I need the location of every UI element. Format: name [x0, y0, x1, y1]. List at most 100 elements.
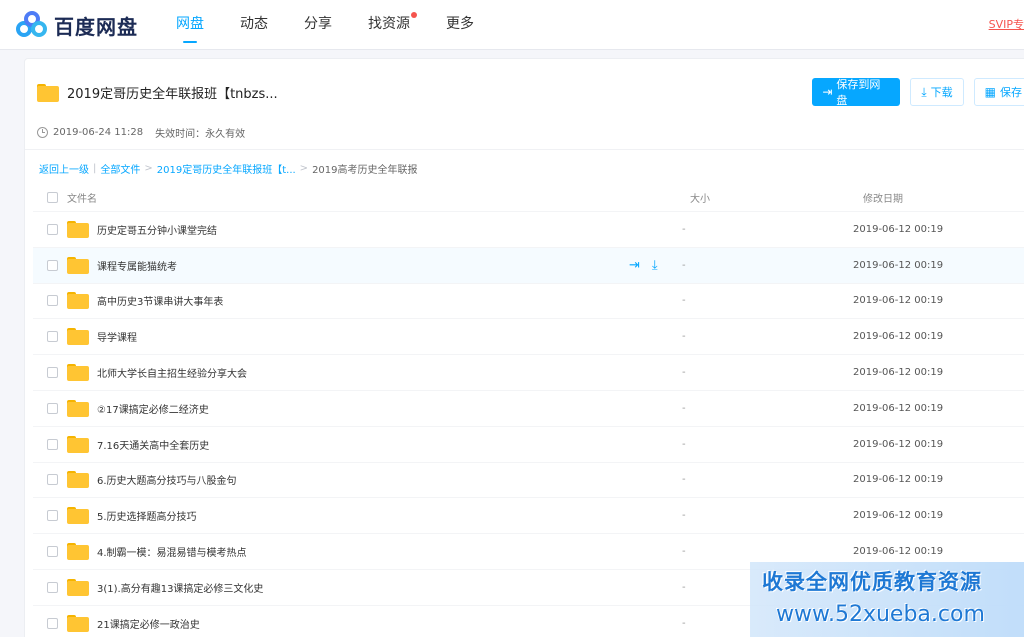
folder-icon [67, 507, 89, 525]
nav-item-netdisk[interactable]: 网盘 [176, 0, 204, 50]
file-name[interactable]: 6.历史大题高分技巧与八股金句 [97, 472, 237, 487]
select-all-checkbox[interactable] [47, 191, 58, 203]
file-size: - [682, 295, 686, 307]
file-date: 2019-06-12 00:19 [853, 438, 944, 450]
save-label: 保存 [1000, 86, 1022, 99]
file-date: 2019-06-12 00:19 [853, 367, 944, 379]
column-header-name[interactable]: 文件名 [67, 190, 97, 205]
share-header: 2019定哥历史全年联报班【tnbzs... [37, 83, 278, 102]
file-name[interactable]: 5.历史选择题高分技巧 [97, 508, 197, 523]
save-to-drive-label: 保存到网盘 [836, 78, 881, 107]
row-checkbox[interactable] [47, 438, 58, 450]
file-size: - [682, 223, 686, 235]
file-name[interactable]: 4.制霸一模：易混易错与模考热点 [97, 544, 247, 559]
svip-link[interactable]: SVIP专 [989, 16, 1024, 32]
table-row[interactable]: 课程专属能猫统考 ⇥ ⤓ - 2019-06-12 00:19 [33, 246, 1024, 283]
row-checkbox[interactable] [47, 402, 58, 414]
table-row[interactable]: 6.历史大题高分技巧与八股金句 - 2019-06-12 00:19 [33, 461, 1024, 498]
nav-item-activity[interactable]: 动态 [240, 0, 268, 50]
file-date: 2019-06-12 00:19 [853, 331, 944, 343]
divider [25, 149, 1024, 150]
file-name[interactable]: 历史定哥五分钟小课堂完结 [97, 222, 217, 237]
share-created-time: 2019-06-24 11:28 [53, 127, 144, 138]
folder-icon [67, 292, 89, 310]
baidu-netdisk-logo[interactable]: 百度网盘 [16, 10, 138, 40]
file-name[interactable]: 北师大学长自主招生经验分享大会 [97, 365, 247, 380]
file-name[interactable]: 课程专属能猫统考 [97, 258, 177, 273]
nav-item-share[interactable]: 分享 [304, 0, 332, 50]
file-name[interactable]: 7.16天通关高中全套历史 [97, 437, 209, 452]
folder-icon [67, 578, 89, 596]
share-actions: ⇥ 保存到网盘 ⤓ 下载 ▦ 保存 [802, 78, 1024, 107]
table-row[interactable]: 导学课程 - 2019-06-12 00:19 [33, 318, 1024, 354]
share-content-card: 2019定哥历史全年联报班【tnbzs... ⇥ 保存到网盘 ⤓ 下载 ▦ 保存… [24, 58, 1024, 637]
row-checkbox[interactable] [47, 617, 58, 629]
file-size: - [682, 438, 686, 450]
row-checkbox[interactable] [47, 474, 58, 486]
table-row[interactable]: 5.历史选择题高分技巧 - 2019-06-12 00:19 [33, 497, 1024, 533]
row-checkbox[interactable] [47, 295, 58, 307]
file-date: 2019-06-12 00:19 [853, 402, 944, 414]
breadcrumb-all-files-link[interactable]: 全部文件 [100, 161, 140, 176]
file-size: - [682, 402, 686, 414]
folder-icon [67, 220, 89, 238]
file-name[interactable]: ②17课搞定必修二经济史 [97, 401, 209, 416]
table-row[interactable]: 7.16天通关高中全套历史 - 2019-06-12 00:19 [33, 425, 1024, 462]
file-name[interactable]: 21课搞定必修一政治史 [97, 616, 200, 631]
folder-icon [67, 471, 89, 489]
column-header-size[interactable]: 大小 [690, 190, 710, 205]
nav-item-find-resources-label: 找资源 [368, 16, 410, 32]
file-name[interactable]: 3(1).高分有趣13课搞定必修三文化史 [97, 580, 263, 595]
file-size: - [682, 367, 686, 379]
table-row[interactable]: 高中历史3节课串讲大事年表 - 2019-06-12 00:19 [33, 282, 1024, 319]
folder-icon [67, 364, 89, 382]
qr-save-icon: ▦ [984, 85, 996, 99]
file-size: - [682, 510, 686, 522]
file-date: 2019-06-12 00:19 [853, 474, 944, 486]
row-checkbox[interactable] [47, 331, 58, 343]
notification-dot [411, 12, 417, 18]
breadcrumb-back-link[interactable]: 返回上一级 [39, 161, 89, 176]
row-checkbox[interactable] [47, 259, 58, 271]
file-date: 2019-06-12 00:19 [853, 259, 944, 271]
file-size: - [682, 581, 686, 593]
file-date: 2019-06-12 00:19 [853, 295, 944, 307]
file-size: - [682, 331, 686, 343]
folder-icon [67, 543, 89, 561]
file-name[interactable]: 高中历史3节课串讲大事年表 [97, 293, 223, 308]
row-checkbox[interactable] [47, 581, 58, 593]
file-date: 2019-06-12 00:19 [853, 546, 944, 558]
save-button[interactable]: ▦ 保存 [973, 78, 1024, 106]
folder-icon [67, 399, 89, 417]
table-row[interactable]: ②17课搞定必修二经济史 - 2019-06-12 00:19 [33, 389, 1024, 426]
folder-icon [67, 328, 89, 346]
nav-item-more[interactable]: 更多 [446, 0, 474, 50]
expire-label: 失效时间： [155, 129, 206, 140]
nav-item-find-resources[interactable]: 找资源 [368, 0, 417, 50]
row-checkbox[interactable] [47, 546, 58, 558]
folder-icon [67, 614, 89, 632]
brand-name: 百度网盘 [54, 14, 138, 39]
clock-icon [37, 127, 48, 138]
row-save-icon[interactable]: ⇥ [629, 258, 640, 273]
column-header-date[interactable]: 修改日期 [863, 190, 903, 205]
file-name[interactable]: 导学课程 [97, 329, 137, 344]
file-size: - [682, 617, 686, 629]
download-label: 下载 [930, 86, 953, 99]
table-row[interactable]: 历史定哥五分钟小课堂完结 - 2019-06-12 00:19 [33, 211, 1024, 247]
row-download-icon[interactable]: ⤓ [652, 258, 658, 273]
table-header: 文件名 大小 修改日期 [33, 184, 1024, 210]
folder-icon [67, 435, 89, 453]
save-to-drive-button[interactable]: ⇥ 保存到网盘 [812, 78, 901, 107]
row-checkbox[interactable] [47, 510, 58, 522]
row-checkbox[interactable] [47, 223, 58, 235]
download-button[interactable]: ⤓ 下载 [910, 78, 964, 106]
share-meta: 2019-06-24 11:28 失效时间： 永久有效 [37, 125, 245, 140]
folder-icon [37, 83, 59, 102]
row-checkbox[interactable] [47, 367, 58, 379]
top-navigation-bar: 百度网盘 网盘 动态 分享 找资源 更多 SVIP专 [0, 0, 1024, 50]
table-row[interactable]: 北师大学长自主招生经验分享大会 - 2019-06-12 00:19 [33, 354, 1024, 390]
breadcrumb-folder-link[interactable]: 2019定哥历史全年联报班【t... [157, 161, 296, 176]
share-title: 2019定哥历史全年联报班【tnbzs... [67, 87, 278, 102]
file-date: 2019-06-12 00:19 [853, 223, 944, 235]
